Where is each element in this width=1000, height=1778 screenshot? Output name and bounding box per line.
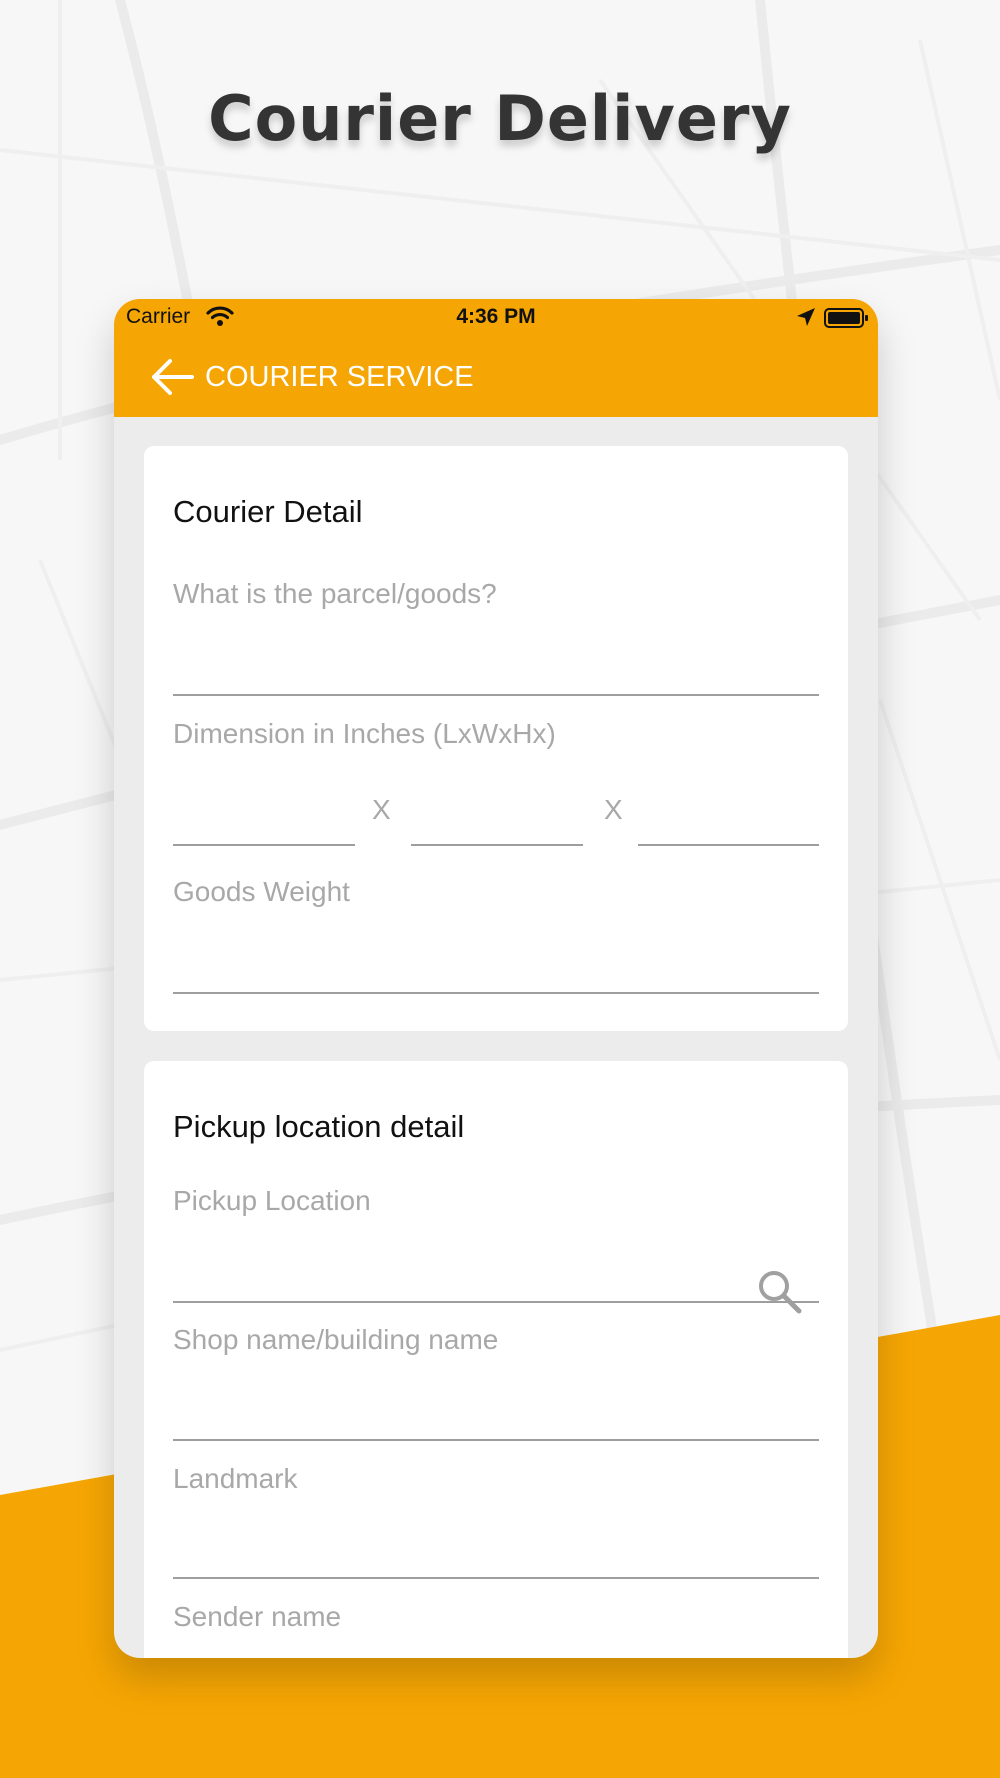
dimension-separator: X: [604, 794, 623, 825]
length-underline: [173, 844, 355, 846]
page-title: COURIER SERVICE: [205, 361, 474, 393]
pickup-location-label: Pickup Location: [173, 1185, 371, 1216]
goods-underline: [173, 694, 819, 696]
shop-name-label: Shop name/building name: [173, 1324, 499, 1355]
search-icon[interactable]: [755, 1267, 803, 1315]
landmark-input[interactable]: [173, 1533, 819, 1579]
dimension-separator: X: [372, 794, 391, 825]
promo-title: Courier Delivery: [208, 82, 792, 155]
arrow-left-icon[interactable]: [150, 357, 194, 397]
app-header: Carrier 4:36 PM COURIER SERVICE: [114, 299, 878, 417]
width-input[interactable]: [411, 800, 583, 846]
pickup-detail-card: Pickup location detail Pickup Location S…: [144, 1061, 848, 1658]
shop-name-input[interactable]: [173, 1395, 819, 1441]
location-arrow-icon: [797, 308, 815, 326]
weight-label: Goods Weight: [173, 876, 350, 907]
pickup-location-underline: [173, 1301, 819, 1303]
phone-screen: Carrier 4:36 PM COURIER SERVICE Courier …: [114, 299, 878, 1658]
pickup-detail-heading: Pickup location detail: [173, 1109, 465, 1144]
width-underline: [411, 844, 583, 846]
length-input[interactable]: [173, 800, 355, 846]
goods-label: What is the parcel/goods?: [173, 578, 497, 609]
sender-name-label: Sender name: [173, 1601, 342, 1632]
status-bar: Carrier 4:36 PM: [114, 299, 878, 339]
height-input[interactable]: [638, 800, 819, 846]
dimension-label: Dimension in Inches (LxWxHx): [173, 718, 556, 749]
pickup-location-input[interactable]: [173, 1265, 743, 1311]
nav-bar: COURIER SERVICE: [114, 339, 878, 417]
height-underline: [638, 844, 819, 846]
courier-detail-card: Courier Detail What is the parcel/goods?…: [144, 446, 848, 1031]
battery-icon: [824, 308, 868, 328]
shop-name-underline: [173, 1439, 819, 1441]
landmark-label: Landmark: [173, 1463, 298, 1494]
status-time: 4:36 PM: [456, 305, 536, 328]
landmark-underline: [173, 1577, 819, 1579]
courier-detail-heading: Courier Detail: [173, 494, 363, 529]
goods-input[interactable]: [173, 652, 819, 698]
weight-underline: [173, 992, 819, 994]
weight-input[interactable]: [173, 950, 819, 996]
